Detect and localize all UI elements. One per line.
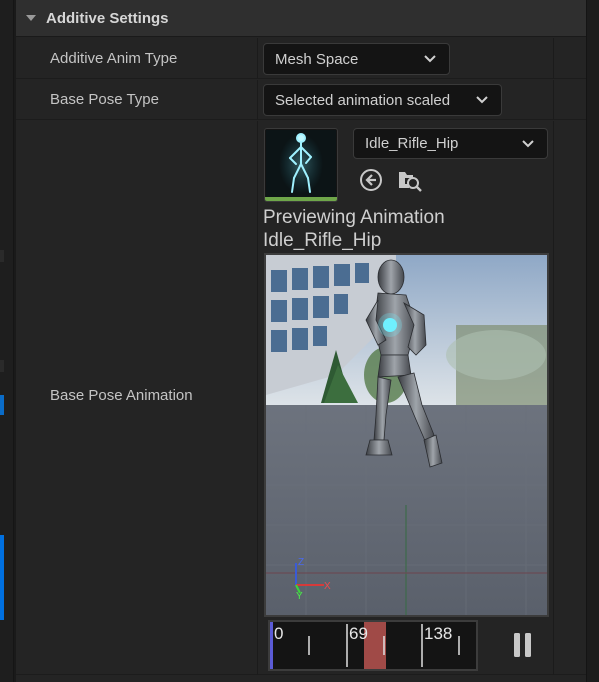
gutter-mark xyxy=(0,395,4,415)
right-scrollbar[interactable] xyxy=(586,0,599,682)
preview-caption: Previewing Animation Idle_Rifle_Hip xyxy=(263,206,445,252)
timeline-scrubber[interactable]: 0 69 138 xyxy=(268,620,478,671)
thumbnail-image xyxy=(266,130,336,197)
additive-anim-type-value: Mesh Space xyxy=(275,50,359,68)
use-selected-asset-button[interactable] xyxy=(357,166,385,194)
gutter-accent xyxy=(0,535,4,620)
chevron-down-icon xyxy=(476,96,488,104)
row-additive-anim-type: Additive Anim Type Mesh Space xyxy=(16,38,586,79)
section-header-additive-settings[interactable]: Additive Settings xyxy=(16,0,586,37)
base-pose-type-value: Selected animation scaled xyxy=(275,91,451,109)
frame-label-current: 69 xyxy=(349,624,368,643)
frame-label-mid: 138 xyxy=(424,624,453,643)
base-pose-type-label: Base Pose Type xyxy=(50,91,159,108)
column-divider xyxy=(553,38,554,79)
asset-thumbnail[interactable] xyxy=(264,128,338,202)
svg-text:Z: Z xyxy=(298,557,304,568)
pause-icon xyxy=(514,633,531,657)
column-divider xyxy=(257,38,258,79)
svg-text:X: X xyxy=(324,581,331,592)
gutter-mark xyxy=(0,250,4,262)
base-pose-type-dropdown[interactable]: Selected animation scaled xyxy=(263,84,502,116)
preview-caption-line1: Previewing Animation xyxy=(263,207,445,228)
gutter-mark xyxy=(0,360,4,372)
svg-text:Y: Y xyxy=(296,591,303,602)
column-divider xyxy=(553,121,554,675)
base-pose-animation-dropdown[interactable]: Idle_Rifle_Hip xyxy=(353,128,548,159)
pause-button[interactable] xyxy=(513,632,533,658)
column-divider xyxy=(257,121,258,675)
base-pose-animation-label: Base Pose Animation xyxy=(50,387,193,404)
additive-anim-type-dropdown[interactable]: Mesh Space xyxy=(263,43,450,75)
chevron-down-icon[interactable] xyxy=(16,0,46,37)
browse-to-asset-button[interactable] xyxy=(396,166,424,194)
frame-label-start: 0 xyxy=(274,624,284,643)
animation-preview-viewport[interactable]: Z X Y xyxy=(264,253,549,617)
chevron-down-icon xyxy=(424,55,436,63)
base-pose-animation-value: Idle_Rifle_Hip xyxy=(365,135,459,152)
arrow-left-circle-icon xyxy=(360,169,382,191)
column-divider xyxy=(553,80,554,120)
column-divider xyxy=(257,80,258,120)
details-panel: Additive Settings Additive Anim Type Mes… xyxy=(16,0,586,682)
thumbnail-type-bar xyxy=(265,197,337,201)
folder-search-icon xyxy=(399,172,422,192)
preview-caption-line2: Idle_Rifle_Hip xyxy=(263,230,382,251)
additive-anim-type-label: Additive Anim Type xyxy=(50,50,178,67)
section-title: Additive Settings xyxy=(46,9,169,27)
row-base-pose-type: Base Pose Type Selected animation scaled xyxy=(16,80,586,120)
skeleton-preview-icon xyxy=(279,133,323,194)
preview-scene: Z X Y xyxy=(266,255,547,615)
chevron-down-icon xyxy=(522,140,534,148)
left-gutter xyxy=(0,0,14,682)
